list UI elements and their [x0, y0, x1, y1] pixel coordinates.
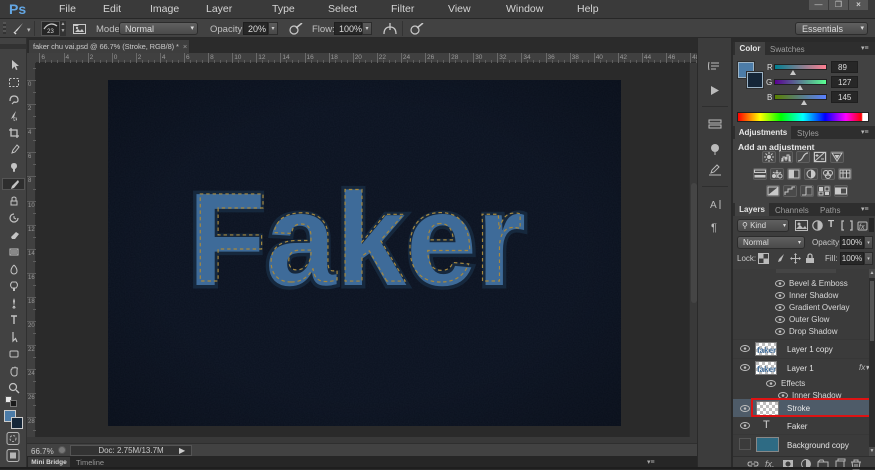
svg-text:A: A [710, 200, 717, 211]
svg-text:faker: faker [757, 346, 776, 355]
svg-text:fx: fx [859, 224, 865, 231]
svg-text:¶: ¶ [711, 222, 717, 234]
svg-text:faker: faker [757, 365, 776, 374]
